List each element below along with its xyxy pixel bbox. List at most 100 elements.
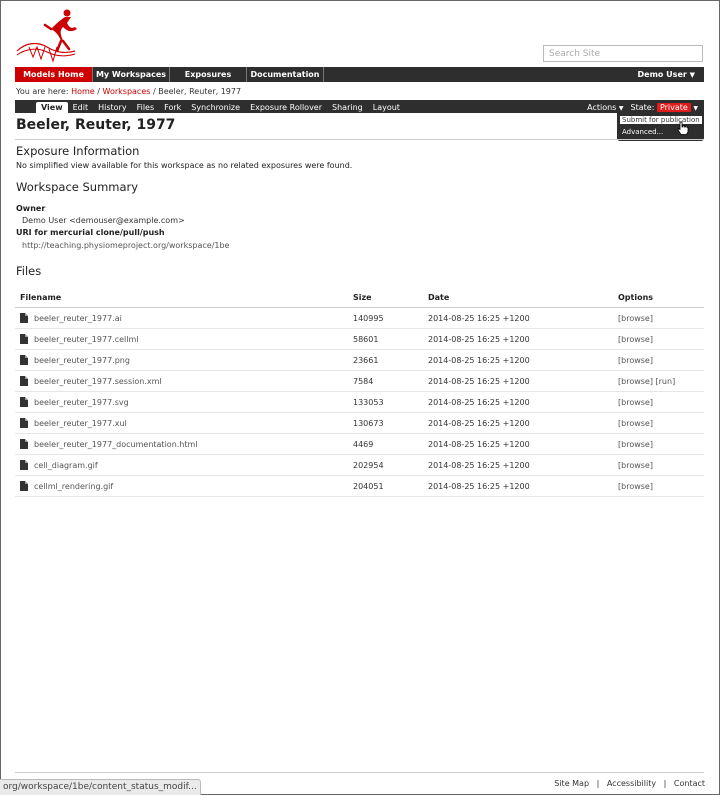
file-link[interactable]: beeler_reuter_1977.ai (34, 314, 122, 323)
advanced-item[interactable]: Advanced... (622, 128, 663, 136)
browse-link[interactable]: [browse] (618, 377, 653, 386)
owner-label: Owner (16, 204, 46, 213)
file-options: [browse] (612, 433, 704, 455)
nav-my-workspaces[interactable]: My Workspaces (93, 67, 170, 82)
file-link[interactable]: beeler_reuter_1977.session.xml (34, 377, 162, 386)
file-name-cell: cell_diagram.gif (15, 454, 347, 476)
breadcrumb-separator: / (97, 87, 100, 96)
submit-for-publication-item[interactable]: Submit for publication (620, 116, 702, 124)
file-name-cell: beeler_reuter_1977.ai (15, 307, 347, 329)
browse-link[interactable]: [browse] (618, 356, 653, 365)
tab-files[interactable]: Files (132, 102, 160, 113)
exposure-text: No simplified view available for this wo… (16, 161, 353, 170)
file-date: 2014-08-25 16:25 +1200 (422, 391, 612, 413)
tab-layout[interactable]: Layout (368, 102, 405, 113)
hand-cursor-icon (677, 121, 689, 135)
files-body: beeler_reuter_1977.ai 140995 2014-08-25 16… (15, 307, 704, 497)
file-link[interactable]: beeler_reuter_1977.cellml (34, 335, 139, 344)
file-link[interactable]: cell_diagram.gif (34, 461, 98, 470)
file-row: beeler_reuter_1977_documentation.html 446… (15, 433, 704, 455)
tab-fork[interactable]: Fork (159, 102, 186, 113)
file-link[interactable]: beeler_reuter_1977.png (34, 356, 130, 365)
user-name: Demo User (637, 70, 687, 79)
file-link[interactable]: beeler_reuter_1977.xul (34, 419, 127, 428)
file-icon (20, 397, 28, 407)
tab-history[interactable]: History (93, 102, 131, 113)
tab-synchronize[interactable]: Synchronize (186, 102, 245, 113)
browse-link[interactable]: [browse] (618, 440, 653, 449)
file-row: beeler_reuter_1977.ai 140995 2014-08-25 16… (15, 307, 704, 329)
file-date: 2014-08-25 16:25 +1200 (422, 433, 612, 455)
tab-exposure-rollover[interactable]: Exposure Rollover (245, 102, 327, 113)
caret-down-icon: ▼ (618, 105, 624, 112)
nav-exposures[interactable]: Exposures (170, 67, 247, 82)
footer-contact-link[interactable]: Contact (674, 779, 705, 788)
workspace-summary-heading: Workspace Summary (16, 180, 139, 194)
browse-link[interactable]: [browse] (618, 335, 653, 344)
file-link[interactable]: beeler_reuter_1977_documentation.html (34, 440, 198, 449)
file-size: 140995 (347, 307, 422, 329)
tab-view[interactable]: View (36, 102, 68, 113)
caret-down-icon: ▼ (693, 105, 698, 112)
footer-divider (15, 772, 704, 773)
breadcrumb-prefix: You are here: (16, 87, 69, 96)
breadcrumb-home-link[interactable]: Home (71, 87, 95, 96)
file-row: beeler_reuter_1977.cellml 58601 2014-08-25… (15, 328, 704, 350)
file-size: 4469 (347, 433, 422, 455)
file-icon (20, 376, 28, 386)
search-input[interactable] (543, 45, 703, 62)
physiome-logo-icon[interactable] (15, 7, 83, 63)
file-date: 2014-08-25 16:25 +1200 (422, 328, 612, 350)
file-options: [browse] (612, 475, 704, 497)
title-divider (15, 139, 704, 140)
file-link[interactable]: beeler_reuter_1977.svg (34, 398, 129, 407)
file-options: [browse] (612, 307, 704, 329)
run-link[interactable]: [run] (656, 377, 676, 386)
column-header-filename: Filename (15, 287, 347, 308)
files-table: Filename Size Date Options beeler_reuter… (15, 287, 704, 497)
file-date: 2014-08-25 16:25 +1200 (422, 370, 612, 392)
file-options: [browse] (612, 412, 704, 434)
file-options: [browse] (612, 328, 704, 350)
browse-link[interactable]: [browse] (618, 482, 653, 491)
file-size: 130673 (347, 412, 422, 434)
tab-sharing[interactable]: Sharing (327, 102, 368, 113)
file-icon (20, 439, 28, 449)
file-size: 202954 (347, 454, 422, 476)
breadcrumb-workspaces-link[interactable]: Workspaces (103, 87, 151, 96)
breadcrumb-current: Beeler, Reuter, 1977 (158, 87, 242, 96)
column-header-date: Date (422, 287, 612, 308)
actions-label: Actions (587, 103, 617, 112)
file-icon (20, 460, 28, 470)
nav-models-home[interactable]: Models Home (15, 67, 93, 82)
file-icon (20, 418, 28, 428)
nav-documentation[interactable]: Documentation (247, 67, 324, 82)
file-name-cell: beeler_reuter_1977.session.xml (15, 370, 347, 392)
column-header-options: Options (612, 287, 704, 308)
file-icon (20, 313, 28, 323)
file-date: 2014-08-25 16:25 +1200 (422, 349, 612, 371)
tab-edit[interactable]: Edit (68, 102, 94, 113)
actions-menu[interactable]: Actions ▼ (587, 102, 630, 113)
file-name-cell: beeler_reuter_1977.svg (15, 391, 347, 413)
browse-link[interactable]: [browse] (618, 398, 653, 407)
file-options: [browse] (612, 349, 704, 371)
breadcrumb-separator: / (152, 87, 156, 96)
browse-link[interactable]: [browse] (618, 419, 653, 428)
uri-label: URI for mercurial clone/pull/push (16, 228, 165, 237)
footer-accessibility-link[interactable]: Accessibility (607, 779, 656, 788)
user-menu[interactable]: Demo User ▼ (638, 67, 705, 82)
file-date: 2014-08-25 16:25 +1200 (422, 454, 612, 476)
file-name-cell: beeler_reuter_1977.png (15, 349, 347, 371)
file-options: [browse] (612, 391, 704, 413)
file-row: beeler_reuter_1977.svg 133053 2014-08-25 1… (15, 391, 704, 413)
browse-link[interactable]: [browse] (618, 461, 653, 470)
file-size: 7584 (347, 370, 422, 392)
file-name-cell: cellml_rendering.gif (15, 475, 347, 497)
footer-site-map-link[interactable]: Site Map (554, 779, 589, 788)
uri-value[interactable]: http://teaching.physiomeproject.org/work… (22, 241, 229, 250)
file-options: [browse] [run] (612, 370, 704, 392)
file-link[interactable]: cellml_rendering.gif (34, 482, 113, 491)
state-menu[interactable]: State: Private ▼ (631, 102, 704, 113)
browse-link[interactable]: [browse] (618, 314, 653, 323)
